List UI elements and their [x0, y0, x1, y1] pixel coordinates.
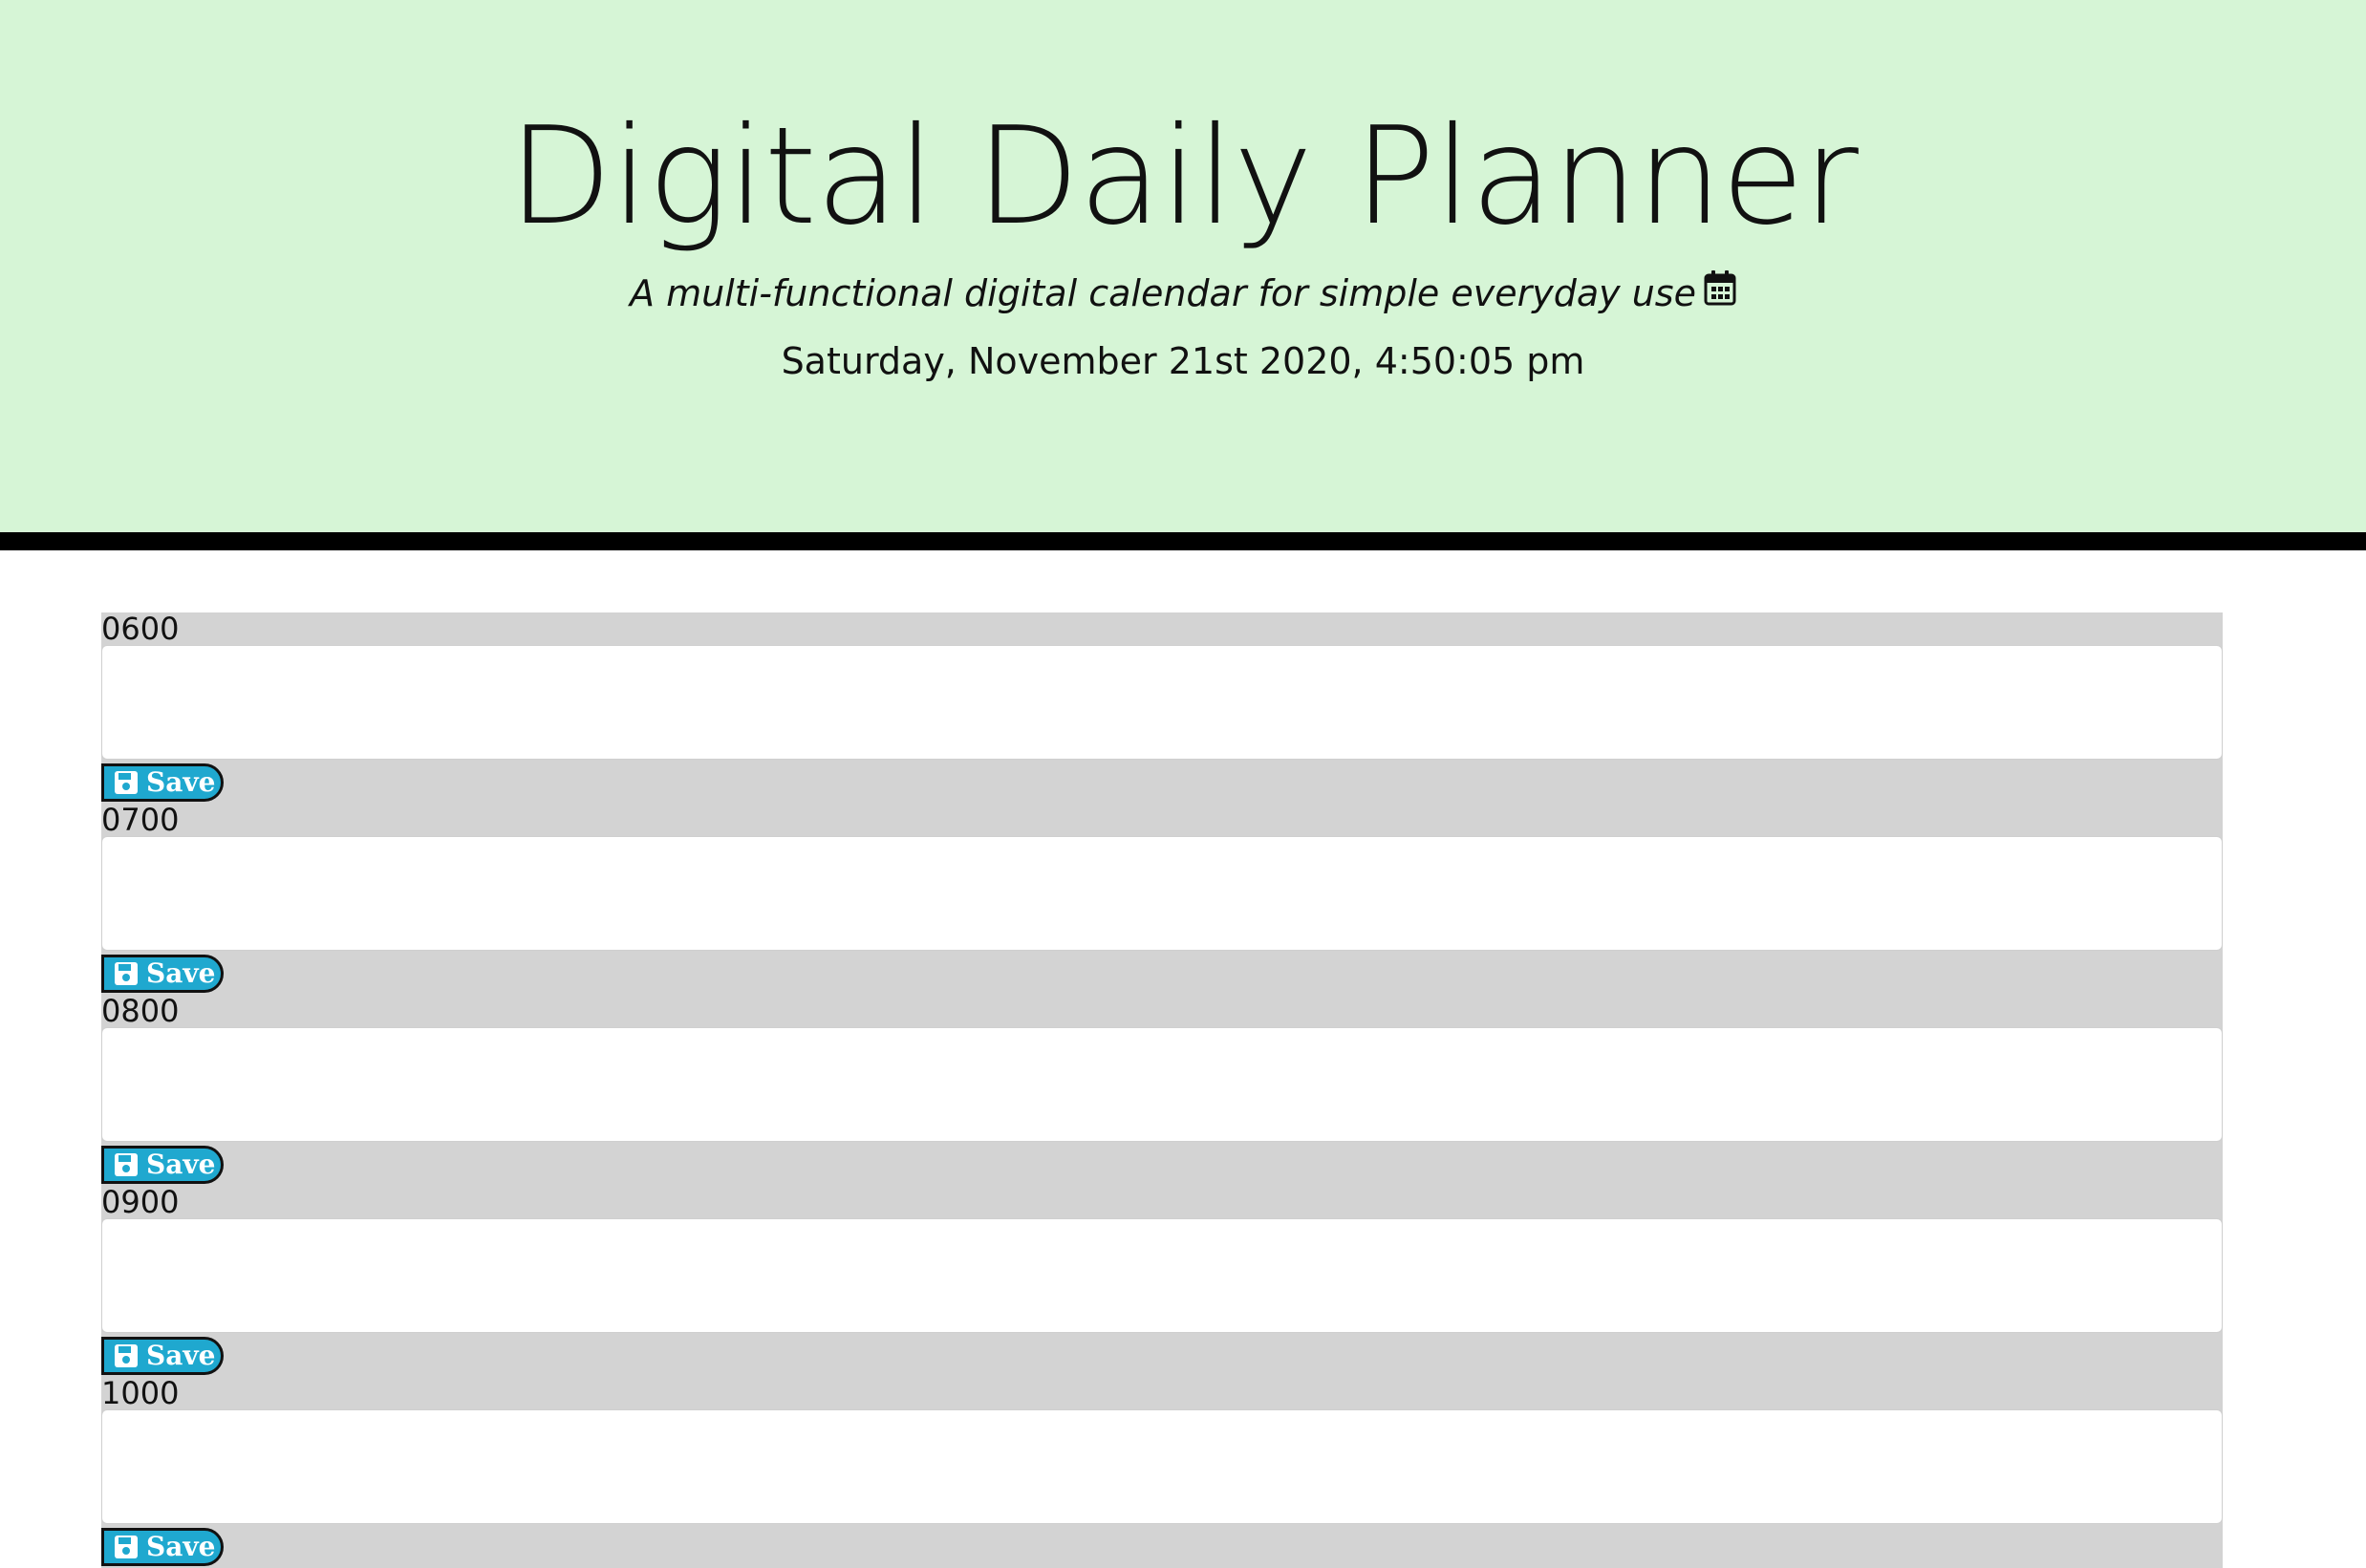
floppy-disk-icon — [115, 962, 138, 985]
floppy-disk-icon — [115, 771, 138, 794]
save-button[interactable]: Save — [101, 955, 224, 993]
save-button-label: Save — [146, 1340, 216, 1371]
save-button[interactable]: Save — [101, 1146, 224, 1184]
event-description-input[interactable] — [101, 645, 2223, 760]
hour-label: 1000 — [101, 1375, 180, 1411]
hour-block-0900: 0900 Save — [101, 1186, 2223, 1377]
save-button[interactable]: Save — [101, 1337, 224, 1375]
hour-block-0800: 0800 Save — [101, 995, 2223, 1186]
hour-label: 0900 — [101, 1184, 180, 1220]
hour-block-1000: 1000 Save — [101, 1377, 2223, 1568]
event-description-input[interactable] — [101, 1027, 2223, 1142]
event-description-input[interactable] — [101, 1218, 2223, 1333]
page-title: Digital Daily Planner — [508, 98, 1859, 255]
save-button[interactable]: Save — [101, 763, 224, 802]
save-button-label: Save — [146, 1149, 216, 1180]
hour-label: 0700 — [101, 802, 180, 838]
save-button[interactable]: Save — [101, 1528, 224, 1566]
calendar-icon — [1704, 267, 1736, 320]
floppy-disk-icon — [115, 1153, 138, 1176]
header-jumbotron: Digital Daily Planner A multi-functional… — [0, 0, 2366, 550]
subtitle-text: A multi-functional digital calendar for … — [630, 272, 1696, 314]
hour-block-0600: 0600 Save — [101, 612, 2223, 804]
current-datetime: Saturday, November 21st 2020, 4:50:05 pm — [781, 340, 1585, 382]
planner-container: 0600 Save 0700 Save 0800 Save 0900 Save … — [101, 612, 2223, 1568]
floppy-disk-icon — [115, 1344, 138, 1367]
floppy-disk-icon — [115, 1536, 138, 1558]
save-button-label: Save — [146, 766, 216, 798]
hour-label: 0800 — [101, 993, 180, 1029]
hour-block-0700: 0700 Save — [101, 804, 2223, 995]
save-button-label: Save — [146, 957, 216, 989]
save-button-label: Save — [146, 1531, 216, 1562]
hour-label: 0600 — [101, 611, 180, 647]
page-subtitle: A multi-functional digital calendar for … — [0, 267, 2366, 320]
event-description-input[interactable] — [101, 836, 2223, 951]
event-description-input[interactable] — [101, 1409, 2223, 1524]
